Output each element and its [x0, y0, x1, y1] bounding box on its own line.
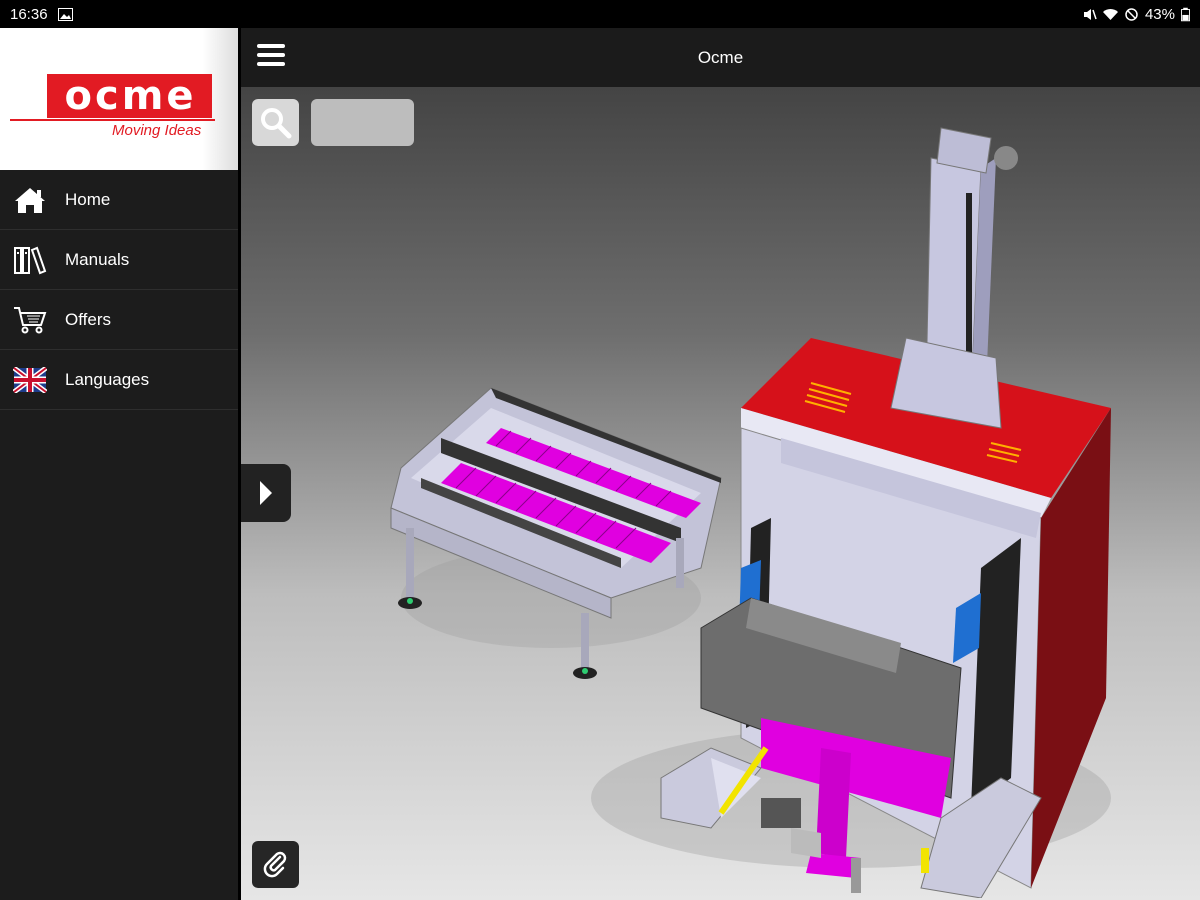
battery-percent: 43%	[1144, 5, 1175, 23]
expand-panel-button[interactable]	[241, 464, 291, 522]
mute-icon	[1083, 8, 1097, 20]
cart-icon	[12, 304, 48, 336]
logo-letter: o	[64, 73, 93, 119]
app-bar: Ocme	[241, 28, 1200, 87]
logo-wordmark: o c m e	[47, 74, 212, 118]
search-input[interactable]	[311, 99, 414, 146]
status-bar: 16:36 43%	[0, 0, 1200, 28]
logo-underline	[10, 119, 215, 121]
logo-letter: c	[94, 73, 120, 119]
battery-icon	[1181, 7, 1190, 21]
page-title: Ocme	[697, 48, 744, 67]
do-not-disturb-icon	[1125, 7, 1138, 21]
main-viewer: Ocme	[241, 28, 1200, 900]
uk-flag-icon	[12, 364, 48, 396]
sidebar-item-manuals[interactable]: Manuals	[0, 230, 238, 290]
sidebar-item-label: Offers	[65, 309, 111, 329]
sidebar-item-label: Languages	[65, 369, 150, 389]
sidebar-item-languages[interactable]: Languages	[0, 350, 238, 410]
search-icon	[260, 107, 291, 138]
sidebar-item-label: Home	[65, 189, 111, 209]
books-icon	[12, 244, 48, 276]
gallery-notification-icon	[57, 7, 73, 21]
wifi-icon	[1102, 8, 1118, 20]
sidebar-item-offers[interactable]: Offers	[0, 290, 238, 350]
machine-3d-model[interactable]	[381, 98, 1121, 898]
navigation-drawer: o c m e Moving Ideas Home Manuals Offers…	[0, 28, 238, 900]
sidebar-item-home[interactable]: Home	[0, 170, 238, 230]
status-indicators: 43%	[1082, 6, 1190, 23]
paperclip-icon	[263, 851, 286, 877]
sidebar-item-label: Manuals	[65, 249, 130, 269]
home-icon	[12, 184, 48, 216]
attachments-button[interactable]	[252, 841, 299, 888]
search-button[interactable]	[252, 99, 299, 146]
logo-letter: m	[121, 73, 165, 119]
status-time: 16:36	[10, 5, 48, 23]
chevron-right-icon	[260, 481, 272, 505]
brand-logo: o c m e Moving Ideas	[0, 28, 238, 170]
logo-letter: e	[166, 73, 195, 119]
logo-tagline: Moving Ideas	[112, 122, 202, 139]
